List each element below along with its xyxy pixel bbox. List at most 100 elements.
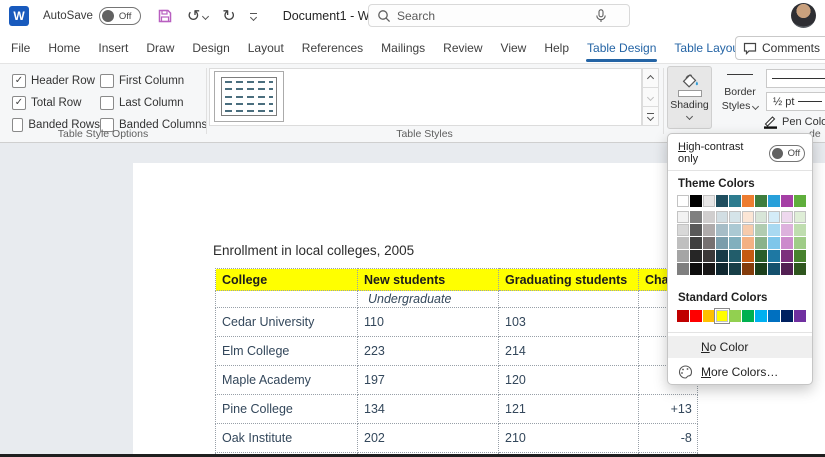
theme-color-swatch[interactable]: [703, 211, 715, 223]
table-cell[interactable]: -8: [639, 424, 698, 453]
theme-color-swatch[interactable]: [677, 250, 689, 262]
tab-references[interactable]: References: [293, 35, 372, 61]
tab-insert[interactable]: Insert: [89, 35, 137, 61]
checkbox-header-row[interactable]: ✓Header Row: [12, 74, 100, 88]
theme-color-swatch[interactable]: [768, 211, 780, 223]
theme-color-swatch[interactable]: [729, 195, 741, 207]
standard-color-swatch[interactable]: [794, 310, 806, 322]
theme-color-swatch[interactable]: [677, 211, 689, 223]
theme-color-swatch[interactable]: [768, 195, 780, 207]
theme-color-swatch[interactable]: [703, 195, 715, 207]
tab-draw[interactable]: Draw: [137, 35, 183, 61]
theme-color-swatch[interactable]: [781, 250, 793, 262]
theme-color-swatch[interactable]: [742, 224, 754, 236]
table-cell[interactable]: Undergraduate: [358, 291, 499, 308]
theme-color-swatch[interactable]: [703, 263, 715, 275]
checkbox-first-column[interactable]: First Column: [100, 74, 220, 88]
theme-color-swatch[interactable]: [677, 195, 689, 207]
tab-view[interactable]: View: [492, 35, 536, 61]
tab-table-design[interactable]: Table Design: [578, 35, 665, 61]
gallery-scroll-up-button[interactable]: [642, 68, 659, 88]
theme-color-swatch[interactable]: [703, 237, 715, 249]
standard-color-swatch[interactable]: [729, 310, 741, 322]
theme-color-swatch[interactable]: [742, 195, 754, 207]
tab-home[interactable]: Home: [39, 35, 89, 61]
undo-button[interactable]: ↺: [187, 8, 208, 24]
theme-color-swatch[interactable]: [794, 195, 806, 207]
standard-color-swatch[interactable]: [781, 310, 793, 322]
theme-color-swatch[interactable]: [703, 250, 715, 262]
microphone-icon[interactable]: [595, 9, 607, 23]
theme-color-swatch[interactable]: [742, 211, 754, 223]
theme-color-swatch[interactable]: [755, 195, 767, 207]
table-cell[interactable]: [499, 291, 639, 308]
user-avatar[interactable]: [791, 3, 816, 28]
theme-color-swatch[interactable]: [690, 263, 702, 275]
theme-color-swatch[interactable]: [716, 263, 728, 275]
table-style-thumbnail[interactable]: [214, 71, 284, 122]
theme-color-swatch[interactable]: [781, 263, 793, 275]
theme-color-swatch[interactable]: [768, 237, 780, 249]
theme-color-swatch[interactable]: [716, 237, 728, 249]
more-colors-menu-item[interactable]: More Colors…: [668, 361, 812, 383]
table-cell[interactable]: 202: [358, 424, 499, 453]
theme-color-swatch[interactable]: [755, 263, 767, 275]
high-contrast-toggle[interactable]: Off: [769, 145, 805, 162]
table-cell[interactable]: 120: [499, 366, 639, 395]
border-styles-button[interactable]: Border Styles: [714, 66, 766, 137]
theme-color-swatch[interactable]: [755, 237, 767, 249]
table-cell[interactable]: Oak Institute: [216, 424, 358, 453]
standard-color-swatch[interactable]: [755, 310, 767, 322]
autosave-toggle[interactable]: Off: [99, 7, 141, 25]
theme-color-swatch[interactable]: [677, 237, 689, 249]
theme-color-swatch[interactable]: [742, 263, 754, 275]
theme-color-swatch[interactable]: [781, 195, 793, 207]
checkbox-total-row[interactable]: ✓Total Row: [12, 96, 100, 110]
gallery-more-button[interactable]: [642, 107, 659, 126]
table-cell[interactable]: Cedar University: [216, 308, 358, 337]
table-cell[interactable]: 134: [358, 395, 499, 424]
theme-color-swatch[interactable]: [716, 211, 728, 223]
no-color-menu-item[interactable]: No Color: [668, 336, 812, 358]
theme-color-swatch[interactable]: [729, 224, 741, 236]
table-column-header[interactable]: New students: [358, 269, 499, 291]
theme-color-swatch[interactable]: [794, 250, 806, 262]
theme-color-swatch[interactable]: [755, 224, 767, 236]
theme-color-swatch[interactable]: [729, 263, 741, 275]
theme-color-swatch[interactable]: [690, 250, 702, 262]
theme-color-swatch[interactable]: [781, 211, 793, 223]
checkbox-last-column[interactable]: Last Column: [100, 96, 220, 110]
theme-color-swatch[interactable]: [716, 224, 728, 236]
tab-layout[interactable]: Layout: [239, 35, 293, 61]
theme-color-swatch[interactable]: [690, 237, 702, 249]
table-cell[interactable]: Pine College: [216, 395, 358, 424]
table-cell[interactable]: +13: [639, 395, 698, 424]
theme-color-swatch[interactable]: [690, 224, 702, 236]
theme-color-swatch[interactable]: [716, 195, 728, 207]
table-cell[interactable]: 223: [358, 337, 499, 366]
standard-color-swatch[interactable]: [716, 310, 728, 322]
standard-color-swatch[interactable]: [703, 310, 715, 322]
search-input[interactable]: Search: [368, 4, 630, 27]
theme-color-swatch[interactable]: [768, 224, 780, 236]
theme-color-swatch[interactable]: [690, 211, 702, 223]
table-cell[interactable]: 210: [499, 424, 639, 453]
theme-color-swatch[interactable]: [690, 195, 702, 207]
theme-color-swatch[interactable]: [729, 250, 741, 262]
tab-file[interactable]: File: [2, 35, 39, 61]
comments-button[interactable]: Comments: [735, 36, 825, 60]
theme-color-swatch[interactable]: [768, 250, 780, 262]
standard-color-swatch[interactable]: [690, 310, 702, 322]
theme-color-swatch[interactable]: [703, 224, 715, 236]
table-cell[interactable]: Maple Academy: [216, 366, 358, 395]
standard-color-swatch[interactable]: [677, 310, 689, 322]
tab-review[interactable]: Review: [434, 35, 491, 61]
save-icon[interactable]: [157, 8, 173, 24]
line-weight-dropdown[interactable]: ½ pt: [766, 92, 825, 111]
redo-button[interactable]: ↻: [222, 8, 235, 24]
document-heading[interactable]: Enrollment in local colleges, 2005: [213, 243, 414, 258]
table-cell[interactable]: [216, 291, 358, 308]
theme-color-swatch[interactable]: [794, 224, 806, 236]
table-cell[interactable]: 103: [499, 308, 639, 337]
table-cell[interactable]: 197: [358, 366, 499, 395]
